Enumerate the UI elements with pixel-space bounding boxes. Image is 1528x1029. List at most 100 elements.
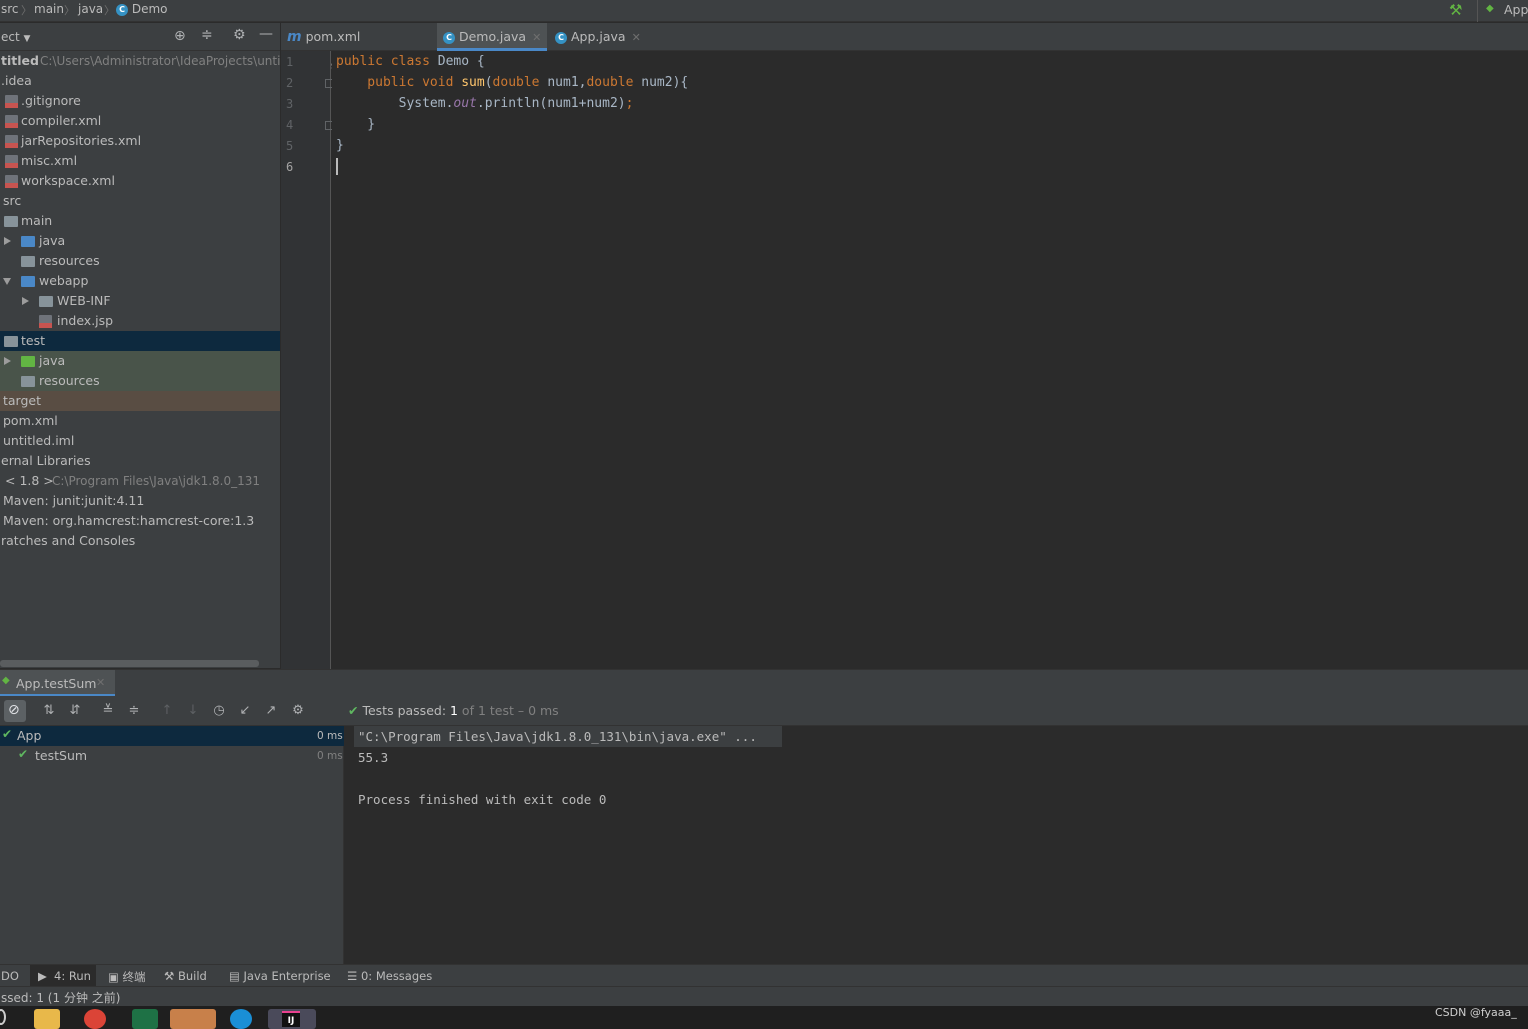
tree-item-main-resources[interactable]: resources (0, 251, 280, 271)
tree-item-gitignore[interactable]: .gitignore (0, 91, 280, 111)
xml-file-icon (5, 155, 18, 168)
tree-item-compiler-xml[interactable]: compiler.xml (0, 111, 280, 131)
tree-item-test-java[interactable]: java (0, 351, 280, 371)
tree-item-jarrepositories-xml[interactable]: jarRepositories.xml (0, 131, 280, 151)
tree-item-misc-xml[interactable]: misc.xml (0, 151, 280, 171)
line-number: 2 (286, 76, 294, 90)
tree-item-web-inf[interactable]: WEB-INF (0, 291, 280, 311)
test-node-app[interactable]: ✔ App 0 ms (0, 726, 344, 746)
console-output[interactable]: "C:\Program Files\Java\jdk1.8.0_131\bin\… (345, 726, 1528, 964)
class-icon: C (443, 31, 455, 44)
code-editor[interactable]: public class Demo { public void sum(doub… (332, 51, 1528, 669)
tab-run[interactable]: ▶ 4: Run (30, 965, 96, 987)
run-tool-window-header: ◆ App.testSum ✕ (0, 669, 1528, 697)
next-failed-icon[interactable]: ↓ (185, 703, 201, 719)
expand-all-icon[interactable]: ≚ (100, 703, 116, 719)
line-number: 3 (286, 97, 294, 111)
source-folder-icon (21, 236, 35, 247)
sort-alphabetically-icon[interactable]: ⇅ (41, 703, 57, 719)
tree-item-test[interactable]: test (0, 331, 280, 351)
collapse-all-icon[interactable]: ≑ (201, 27, 213, 43)
tab-todo[interactable]: DO (1, 969, 19, 983)
project-panel-header: ect ▼ ⊕ ≑ ⚙ — (0, 23, 280, 51)
tab-terminal[interactable]: ▣ 终端 (108, 969, 146, 985)
code-line-2: public void sum(double num1,double num2)… (336, 75, 689, 90)
folder-icon (39, 296, 53, 307)
tree-item-target[interactable]: target (0, 391, 280, 411)
expand-arrow-icon[interactable] (22, 297, 29, 305)
tree-item-jdk[interactable]: < 1.8 > C:\Program Files\Java\jdk1.8.0_1… (0, 471, 280, 491)
tree-item-project-root[interactable]: titled C:\Users\Administrator\IdeaProjec… (0, 51, 280, 71)
tab-java-enterprise[interactable]: ▤ Java Enterprise (229, 969, 331, 983)
code-line-4: } (336, 117, 376, 132)
breadcrumb-java[interactable]: java (78, 2, 103, 16)
code-line-1: public class Demo { (336, 54, 485, 69)
history-icon[interactable]: ◷ (211, 703, 227, 719)
tab-demo-java[interactable]: C Demo.java ✕ (437, 23, 547, 51)
tree-item-maven-junit[interactable]: Maven: junit:junit:4.11 (0, 491, 280, 511)
run-config-selector[interactable]: ◆ App (1477, 0, 1528, 22)
status-bar: ssed: 1 (1 分钟 之前) (0, 986, 1528, 1006)
show-passed-toggle[interactable]: ⊘ (4, 700, 26, 722)
check-icon: ✔ (2, 727, 13, 741)
excel-icon[interactable] (132, 1009, 158, 1029)
expand-arrow-icon[interactable] (4, 357, 11, 365)
file-explorer-icon[interactable] (34, 1009, 60, 1029)
app-icon[interactable] (170, 1009, 216, 1029)
build-hammer-icon[interactable]: ⚒ (1449, 1, 1462, 19)
sort-by-duration-icon[interactable]: ⇵ (67, 703, 83, 719)
tree-item-src[interactable]: src (0, 191, 280, 211)
close-icon[interactable]: ✕ (532, 31, 541, 44)
gear-icon[interactable]: ⚙ (233, 27, 246, 43)
minimize-icon[interactable]: — (259, 26, 273, 42)
tree-item-index-jsp[interactable]: index.jsp (0, 311, 280, 331)
breadcrumb-src[interactable]: src (1, 2, 19, 16)
class-icon: C (116, 3, 128, 16)
collapse-arrow-icon[interactable] (3, 278, 11, 285)
project-view-selector[interactable]: ect ▼ (1, 30, 30, 44)
editor-gutter: 1 2 3 4 5 6 (281, 51, 333, 669)
gear-icon[interactable]: ⚙ (290, 703, 306, 719)
console-line: Process finished with exit code 0 (358, 792, 607, 807)
edge-icon[interactable] (230, 1009, 252, 1029)
export-tests-icon[interactable]: ↗ (263, 703, 279, 719)
chrome-icon[interactable] (84, 1009, 106, 1029)
tree-item-idea[interactable]: .idea (0, 71, 280, 91)
locate-file-icon[interactable]: ⊕ (174, 28, 186, 44)
breadcrumb-demo[interactable]: C Demo (116, 2, 167, 16)
tab-messages[interactable]: ☰ 0: Messages (347, 969, 432, 983)
search-icon[interactable] (0, 1009, 6, 1025)
test-source-folder-icon (21, 356, 35, 367)
close-icon[interactable]: ✕ (632, 31, 641, 44)
tab-build[interactable]: ⚒ Build (164, 969, 207, 983)
navigation-bar: src 〉 main 〉 java 〉 C Demo ⚒ ◆ App (0, 0, 1528, 22)
tree-item-pom-xml[interactable]: pom.xml (0, 411, 280, 431)
tree-item-untitled-iml[interactable]: untitled.iml (0, 431, 280, 451)
watermark: CSDN @fyaaa_ (1435, 1006, 1517, 1019)
previous-failed-icon[interactable]: ↑ (159, 703, 175, 719)
tab-app-testsum[interactable]: ◆ App.testSum ✕ (0, 670, 115, 697)
tree-item-workspace-xml[interactable]: workspace.xml (0, 171, 280, 191)
xml-file-icon (5, 135, 18, 148)
xml-file-icon (5, 115, 18, 128)
tree-item-external-libraries[interactable]: ernal Libraries (0, 451, 280, 471)
tree-item-main[interactable]: main (0, 211, 280, 231)
tree-item-test-resources[interactable]: resources (0, 371, 280, 391)
close-icon[interactable]: ✕ (96, 676, 105, 689)
collapse-all-icon[interactable]: ≑ (126, 703, 142, 719)
tab-app-java[interactable]: C App.java ✕ (549, 23, 645, 51)
intellij-icon[interactable]: IJ (268, 1009, 316, 1029)
test-node-testsum[interactable]: ✔ testSum 0 ms (0, 746, 344, 766)
tree-item-scratches[interactable]: ratches and Consoles (0, 531, 280, 551)
tree-item-webapp[interactable]: webapp (0, 271, 280, 291)
import-tests-icon[interactable]: ↙ (237, 703, 253, 719)
tree-item-maven-hamcrest[interactable]: Maven: org.hamcrest:hamcrest-core:1.3 (0, 511, 280, 531)
tab-pom-xml[interactable]: m pom.xml (untitled)✕ (281, 23, 435, 72)
resources-folder-icon (21, 256, 35, 267)
expand-arrow-icon[interactable] (4, 237, 11, 245)
line-number: 1 (286, 55, 294, 69)
horizontal-scrollbar[interactable] (0, 660, 259, 667)
tree-item-main-java[interactable]: java (0, 231, 280, 251)
test-resources-folder-icon (21, 376, 35, 387)
breadcrumb-main[interactable]: main (34, 2, 64, 16)
